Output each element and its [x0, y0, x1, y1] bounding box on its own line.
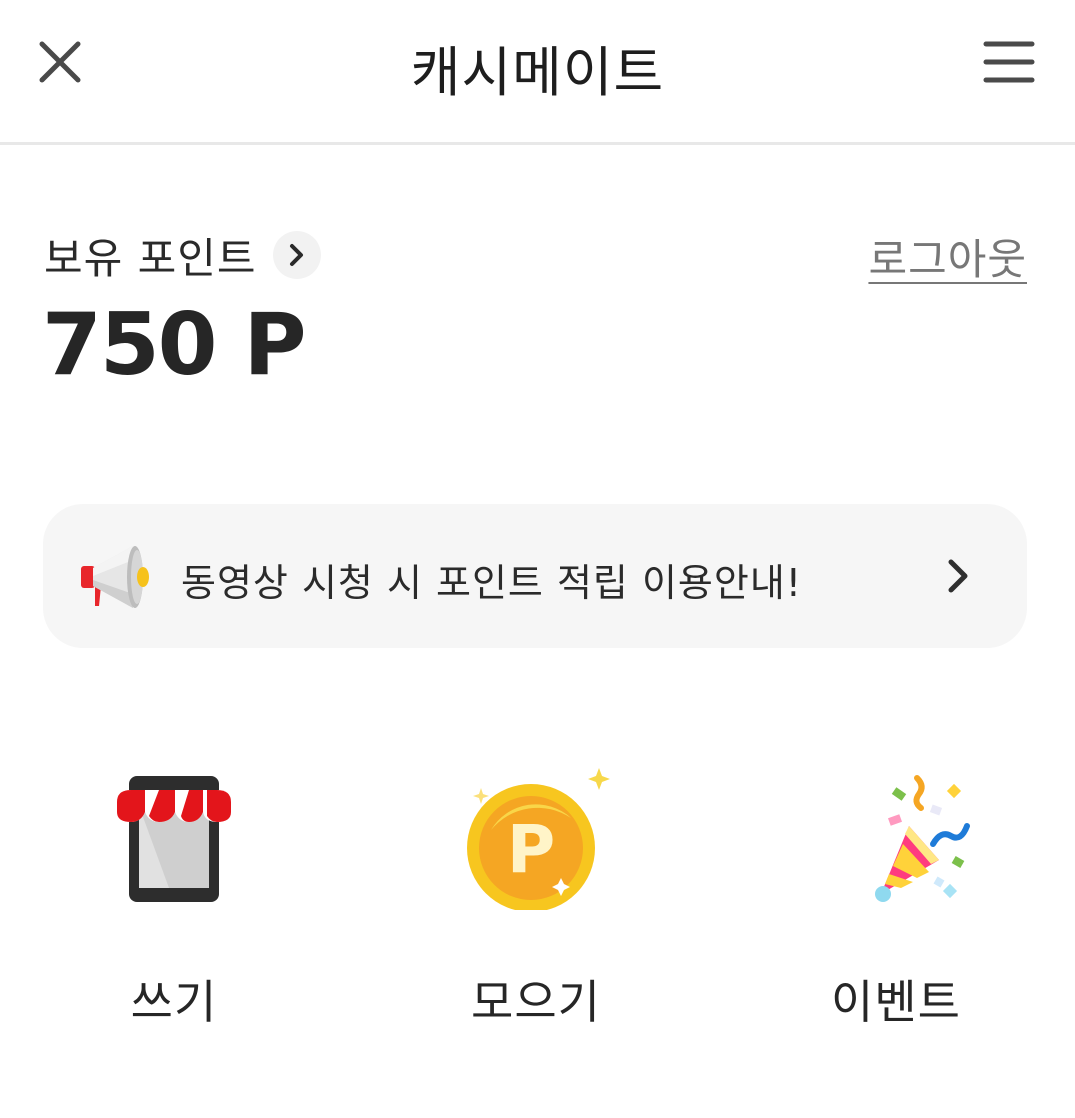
party-popper-icon — [875, 775, 970, 902]
svg-text:P: P — [507, 811, 555, 888]
top-header: 캐시메이트 — [0, 0, 1075, 145]
menu-item-label: 쓰기 — [130, 975, 218, 1029]
points-balance: 750 P — [42, 295, 306, 395]
chevron-right-icon — [948, 559, 968, 593]
megaphone-icon — [81, 546, 149, 608]
store-icon — [117, 776, 231, 902]
points-detail-button[interactable] — [272, 231, 321, 279]
hamburger-menu-icon — [983, 41, 1035, 83]
page-title: 캐시메이트 — [410, 41, 665, 104]
menu-button[interactable] — [978, 32, 1040, 92]
menu-item-label: 모으기 — [471, 975, 601, 1029]
logout-link[interactable]: 로그아웃 — [868, 226, 1027, 287]
chevron-right-icon — [289, 244, 303, 266]
notice-text: 동영상 시청 시 포인트 적립 이용안내! — [181, 561, 803, 605]
menu-item-label: 이벤트 — [831, 975, 961, 1029]
points-label: 보유 포인트 — [44, 233, 257, 283]
points-label-row[interactable]: 보유 포인트 — [44, 222, 321, 288]
menu-item-event[interactable]: 이벤트 — [776, 760, 1016, 1040]
notice-banner[interactable]: 동영상 시청 시 포인트 적립 이용안내! — [43, 504, 1027, 648]
coin-icon: P — [467, 768, 610, 910]
menu-item-spend[interactable]: 쓰기 — [54, 760, 294, 1040]
menu-item-collect[interactable]: P 모으기 — [416, 760, 656, 1040]
